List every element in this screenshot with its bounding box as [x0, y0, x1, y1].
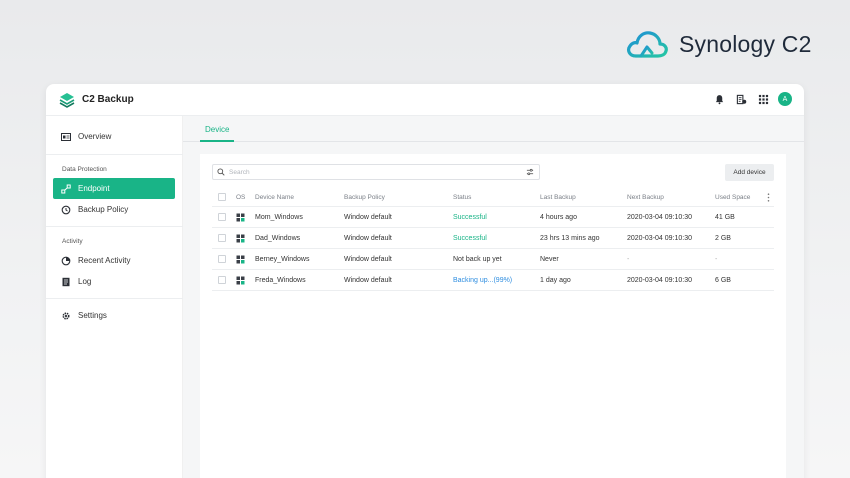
- app-window: C2 Backup A Overview Data Protection End…: [46, 84, 804, 478]
- device-name: Dad_Windows: [255, 234, 301, 242]
- search-icon: [217, 168, 225, 176]
- device-name: Mom_Windows: [255, 213, 303, 221]
- avatar[interactable]: A: [778, 92, 792, 106]
- overview-icon: [61, 132, 71, 141]
- table-row[interactable]: Dad_Windows Window default Successful 23…: [212, 228, 774, 249]
- table-header: OS Device Name Backup Policy Status Last…: [212, 188, 774, 207]
- sidebar-item-log[interactable]: Log: [53, 271, 175, 292]
- header-device-name[interactable]: Device Name: [255, 188, 294, 206]
- backup-policy: Window default: [344, 255, 392, 263]
- sidebar-divider: [46, 226, 183, 227]
- column-menu-icon[interactable]: [767, 188, 770, 206]
- sidebar-item-backup-policy[interactable]: Backup Policy: [53, 199, 175, 220]
- backup-policy: Window default: [344, 276, 392, 284]
- gear-icon: [62, 311, 70, 320]
- used-space: 41 GB: [715, 213, 735, 221]
- next-backup: 2020-03-04 09:10:30: [627, 276, 692, 284]
- sidebar-item-label: Settings: [78, 311, 107, 320]
- used-space: 6 GB: [715, 276, 731, 284]
- backup-policy-icon: [61, 205, 71, 214]
- app-title: C2 Backup: [82, 94, 134, 105]
- sidebar-item-label: Log: [78, 277, 92, 286]
- windows-icon: [236, 213, 245, 221]
- row-checkbox[interactable]: [218, 255, 226, 263]
- sidebar-item-label: Overview: [78, 132, 112, 141]
- search-input[interactable]: [229, 168, 509, 176]
- recent-activity-icon: [61, 256, 71, 265]
- search-box: [212, 164, 540, 180]
- device-table: OS Device Name Backup Policy Status Last…: [212, 188, 774, 291]
- header-status[interactable]: Status: [453, 188, 471, 206]
- used-space: -: [715, 255, 718, 263]
- header-os[interactable]: OS: [236, 188, 245, 206]
- row-checkbox[interactable]: [218, 213, 226, 221]
- status: Backing up...(99%): [453, 276, 513, 284]
- next-backup: 2020-03-04 09:10:30: [627, 213, 692, 221]
- main-content: Device Add device OS Device Name Backup …: [183, 116, 804, 478]
- tab-bar: Device: [183, 116, 804, 142]
- apps-grid-icon[interactable]: [756, 92, 770, 106]
- table-row[interactable]: Freda_Windows Window default Backing up.…: [212, 270, 774, 291]
- device-name: Freda_Windows: [255, 276, 306, 284]
- top-bar: C2 Backup A: [46, 84, 804, 116]
- next-backup: 2020-03-04 09:10:30: [627, 234, 692, 242]
- sidebar-item-label: Endpoint: [78, 184, 110, 193]
- synology-c2-logo-icon: [627, 31, 668, 58]
- header-backup-policy[interactable]: Backup Policy: [344, 188, 385, 206]
- sidebar-item-recent-activity[interactable]: Recent Activity: [53, 250, 175, 271]
- windows-icon: [236, 276, 245, 284]
- last-backup: 23 hrs 13 mins ago: [540, 234, 600, 242]
- select-all-checkbox[interactable]: [218, 193, 226, 201]
- tab-active-indicator: [200, 140, 234, 142]
- used-space: 2 GB: [715, 234, 731, 242]
- status: Not back up yet: [453, 255, 502, 263]
- header-last-backup[interactable]: Last Backup: [540, 188, 576, 206]
- brand-name: Synology C2: [679, 30, 812, 57]
- filter-icon[interactable]: [526, 168, 534, 176]
- last-backup: 4 hours ago: [540, 213, 577, 221]
- sidebar: Overview Data Protection Endpoint Backup…: [46, 116, 183, 478]
- sidebar-divider: [46, 298, 183, 299]
- log-icon: [62, 277, 70, 286]
- table-row[interactable]: Berney_Windows Window default Not back u…: [212, 249, 774, 270]
- device-name: Berney_Windows: [255, 255, 310, 263]
- endpoint-icon: [61, 184, 71, 193]
- sidebar-item-label: Backup Policy: [78, 205, 129, 214]
- tab-device[interactable]: Device: [205, 125, 229, 134]
- sidebar-group-data-protection: Data Protection: [62, 166, 107, 173]
- notes-icon[interactable]: [734, 92, 748, 106]
- header-used-space[interactable]: Used Space: [715, 188, 750, 206]
- add-device-button[interactable]: Add device: [725, 164, 774, 181]
- backup-policy: Window default: [344, 213, 392, 221]
- sidebar-item-label: Recent Activity: [78, 256, 131, 265]
- windows-icon: [236, 255, 245, 263]
- sidebar-divider: [46, 154, 183, 155]
- device-panel: Add device OS Device Name Backup Policy …: [200, 154, 786, 478]
- table-row[interactable]: Mom_Windows Window default Successful 4 …: [212, 207, 774, 228]
- status: Successful: [453, 213, 487, 221]
- row-checkbox[interactable]: [218, 276, 226, 284]
- status: Successful: [453, 234, 487, 242]
- sidebar-item-settings[interactable]: Settings: [53, 305, 175, 326]
- topbar-actions: A: [712, 92, 792, 106]
- synology-c2-brand: Synology C2: [625, 26, 812, 62]
- next-backup: -: [627, 255, 630, 263]
- c2-backup-logo-icon: [59, 92, 75, 108]
- sidebar-item-endpoint[interactable]: Endpoint: [53, 178, 175, 199]
- sidebar-group-activity: Activity: [62, 238, 83, 245]
- bell-icon[interactable]: [712, 92, 726, 106]
- sidebar-item-overview[interactable]: Overview: [53, 126, 175, 147]
- last-backup: Never: [540, 255, 559, 263]
- last-backup: 1 day ago: [540, 276, 571, 284]
- backup-policy: Window default: [344, 234, 392, 242]
- row-checkbox[interactable]: [218, 234, 226, 242]
- header-next-backup[interactable]: Next Backup: [627, 188, 664, 206]
- windows-icon: [236, 234, 245, 242]
